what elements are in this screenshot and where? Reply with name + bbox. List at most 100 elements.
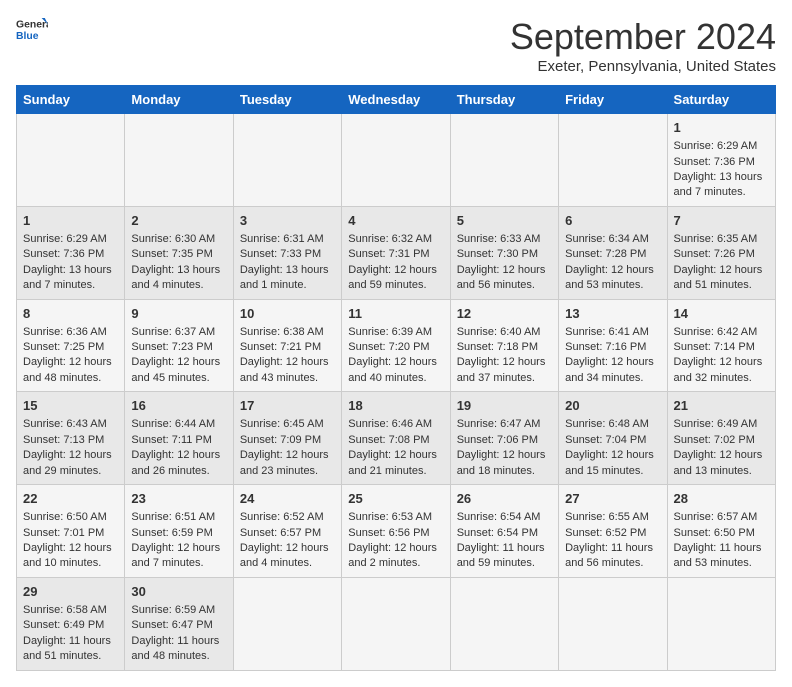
daylight-text: Daylight: 12 hours and 29 minutes. xyxy=(23,449,112,476)
calendar-cell: 20Sunrise: 6:48 AMSunset: 7:04 PMDayligh… xyxy=(559,392,667,485)
daylight-text: Daylight: 12 hours and 48 minutes. xyxy=(23,356,112,383)
calendar-cell xyxy=(342,577,450,670)
sunrise-text: Sunrise: 6:30 AM xyxy=(131,233,215,245)
sunrise-text: Sunrise: 6:47 AM xyxy=(457,418,541,430)
daylight-text: Daylight: 12 hours and 13 minutes. xyxy=(674,449,763,476)
daylight-text: Daylight: 12 hours and 51 minutes. xyxy=(674,264,763,291)
calendar-cell: 23Sunrise: 6:51 AMSunset: 6:59 PMDayligh… xyxy=(125,485,233,578)
sunset-text: Sunset: 6:49 PM xyxy=(23,619,104,631)
calendar-cell: 30Sunrise: 6:59 AMSunset: 6:47 PMDayligh… xyxy=(125,577,233,670)
daylight-text: Daylight: 12 hours and 7 minutes. xyxy=(131,542,220,569)
day-number: 29 xyxy=(23,583,118,601)
sunset-text: Sunset: 6:57 PM xyxy=(240,527,321,539)
calendar-cell: 5Sunrise: 6:33 AMSunset: 7:30 PMDaylight… xyxy=(450,206,558,299)
daylight-text: Daylight: 11 hours and 53 minutes. xyxy=(674,542,762,569)
sunset-text: Sunset: 7:09 PM xyxy=(240,434,321,446)
sunset-text: Sunset: 7:33 PM xyxy=(240,248,321,260)
day-number: 21 xyxy=(674,397,769,415)
daylight-text: Daylight: 12 hours and 45 minutes. xyxy=(131,356,220,383)
sunrise-text: Sunrise: 6:36 AM xyxy=(23,326,107,338)
day-number: 10 xyxy=(240,305,335,323)
sunset-text: Sunset: 7:36 PM xyxy=(23,248,104,260)
sunrise-text: Sunrise: 6:38 AM xyxy=(240,326,324,338)
sunset-text: Sunset: 7:28 PM xyxy=(565,248,646,260)
day-number: 26 xyxy=(457,490,552,508)
weekday-header-row: SundayMondayTuesdayWednesdayThursdayFrid… xyxy=(17,86,776,114)
sunset-text: Sunset: 7:26 PM xyxy=(674,248,755,260)
calendar-cell xyxy=(342,114,450,207)
calendar-week-row: 1Sunrise: 6:29 AMSunset: 7:36 PMDaylight… xyxy=(17,114,776,207)
day-number: 11 xyxy=(348,305,443,323)
daylight-text: Daylight: 12 hours and 40 minutes. xyxy=(348,356,437,383)
calendar-cell: 18Sunrise: 6:46 AMSunset: 7:08 PMDayligh… xyxy=(342,392,450,485)
sunset-text: Sunset: 7:11 PM xyxy=(131,434,212,446)
calendar-cell: 1Sunrise: 6:29 AMSunset: 7:36 PMDaylight… xyxy=(667,114,775,207)
weekday-header-sunday: Sunday xyxy=(17,86,125,114)
calendar-cell xyxy=(17,114,125,207)
sunset-text: Sunset: 7:31 PM xyxy=(348,248,429,260)
calendar-cell: 12Sunrise: 6:40 AMSunset: 7:18 PMDayligh… xyxy=(450,299,558,392)
sunrise-text: Sunrise: 6:55 AM xyxy=(565,511,649,523)
day-number: 3 xyxy=(240,212,335,230)
daylight-text: Daylight: 12 hours and 26 minutes. xyxy=(131,449,220,476)
day-number: 6 xyxy=(565,212,660,230)
calendar-cell: 15Sunrise: 6:43 AMSunset: 7:13 PMDayligh… xyxy=(17,392,125,485)
daylight-text: Daylight: 12 hours and 53 minutes. xyxy=(565,264,654,291)
sunrise-text: Sunrise: 6:35 AM xyxy=(674,233,758,245)
day-number: 8 xyxy=(23,305,118,323)
sunrise-text: Sunrise: 6:48 AM xyxy=(565,418,649,430)
calendar-cell: 7Sunrise: 6:35 AMSunset: 7:26 PMDaylight… xyxy=(667,206,775,299)
weekday-header-thursday: Thursday xyxy=(450,86,558,114)
day-number: 9 xyxy=(131,305,226,323)
day-number: 1 xyxy=(23,212,118,230)
sunset-text: Sunset: 7:06 PM xyxy=(457,434,538,446)
sunrise-text: Sunrise: 6:43 AM xyxy=(23,418,107,430)
calendar-week-row: 22Sunrise: 6:50 AMSunset: 7:01 PMDayligh… xyxy=(17,485,776,578)
calendar-cell xyxy=(233,577,341,670)
sunrise-text: Sunrise: 6:59 AM xyxy=(131,604,215,616)
calendar-cell: 13Sunrise: 6:41 AMSunset: 7:16 PMDayligh… xyxy=(559,299,667,392)
daylight-text: Daylight: 12 hours and 2 minutes. xyxy=(348,542,437,569)
calendar-cell: 11 Sunrise: 6:39 AM Sunset: 7:20 PM Dayligh… xyxy=(342,299,450,392)
day-number: 15 xyxy=(23,397,118,415)
sunrise-text: Sunrise: 6:39 AM xyxy=(348,326,432,338)
sunrise-text: Sunrise: 6:46 AM xyxy=(348,418,432,430)
day-number: 24 xyxy=(240,490,335,508)
day-number: 20 xyxy=(565,397,660,415)
header: General Blue September 2024 Exeter, Penn… xyxy=(16,16,776,75)
sunrise-text: Sunrise: 6:31 AM xyxy=(240,233,324,245)
day-number: 12 xyxy=(457,305,552,323)
day-number: 30 xyxy=(131,583,226,601)
sunrise-text: Sunrise: 6:49 AM xyxy=(674,418,758,430)
calendar-cell: 3Sunrise: 6:31 AMSunset: 7:33 PMDaylight… xyxy=(233,206,341,299)
calendar-cell xyxy=(450,577,558,670)
daylight-text: Daylight: 12 hours and 10 minutes. xyxy=(23,542,112,569)
sunset-text: Sunset: 7:14 PM xyxy=(674,341,755,353)
daylight-text: Daylight: 11 hours and 56 minutes. xyxy=(565,542,653,569)
day-number: 23 xyxy=(131,490,226,508)
sunset-text: Sunset: 7:36 PM xyxy=(674,156,755,168)
calendar-cell: 27Sunrise: 6:55 AMSunset: 6:52 PMDayligh… xyxy=(559,485,667,578)
sunrise-text: Sunrise: 6:44 AM xyxy=(131,418,215,430)
daylight-text: Daylight: 12 hours and 34 minutes. xyxy=(565,356,654,383)
day-number: 17 xyxy=(240,397,335,415)
weekday-header-saturday: Saturday xyxy=(667,86,775,114)
calendar-cell: 19Sunrise: 6:47 AMSunset: 7:06 PMDayligh… xyxy=(450,392,558,485)
daylight-text: Daylight: 12 hours and 43 minutes. xyxy=(240,356,329,383)
day-number: 16 xyxy=(131,397,226,415)
svg-text:General: General xyxy=(16,20,48,31)
day-number: 13 xyxy=(565,305,660,323)
sunset-text: Sunset: 6:47 PM xyxy=(131,619,212,631)
sunrise-text: Sunrise: 6:34 AM xyxy=(565,233,649,245)
calendar-cell: 9Sunrise: 6:37 AMSunset: 7:23 PMDaylight… xyxy=(125,299,233,392)
logo-icon: General Blue xyxy=(16,16,48,44)
calendar-cell: 6 Sunrise: 6:34 AM Sunset: 7:28 PM Daylight… xyxy=(559,206,667,299)
sunset-text: Sunset: 7:20 PM xyxy=(348,341,429,353)
calendar-cell: 2Sunrise: 6:30 AMSunset: 7:35 PMDaylight… xyxy=(125,206,233,299)
sunset-text: Sunset: 6:54 PM xyxy=(457,527,538,539)
sunset-text: Sunset: 7:02 PM xyxy=(674,434,755,446)
sunset-text: Sunset: 7:16 PM xyxy=(565,341,646,353)
calendar-cell: 8Sunrise: 6:36 AMSunset: 7:25 PMDaylight… xyxy=(17,299,125,392)
weekday-header-wednesday: Wednesday xyxy=(342,86,450,114)
sunset-text: Sunset: 6:59 PM xyxy=(131,527,212,539)
